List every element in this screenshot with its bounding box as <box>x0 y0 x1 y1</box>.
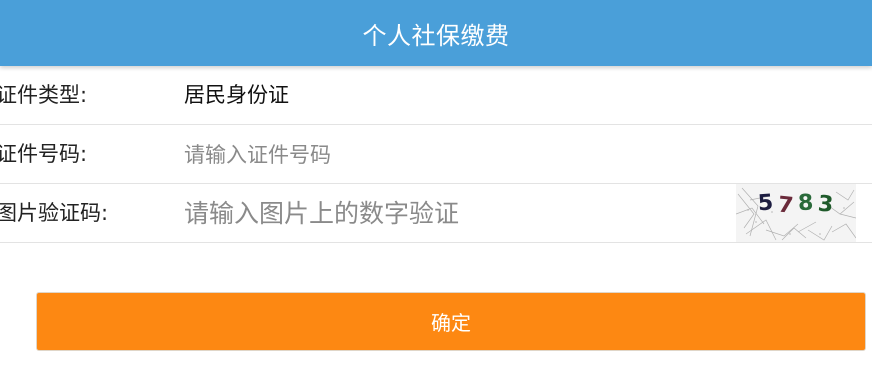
id-number-input[interactable] <box>184 133 724 176</box>
captcha-digit: 7 <box>777 192 795 218</box>
id-number-row: 证件号码: <box>0 125 872 184</box>
id-type-row[interactable]: 证件类型: 居民身份证 <box>0 66 872 125</box>
captcha-digit: 8 <box>797 191 814 217</box>
captcha-input[interactable] <box>184 192 724 235</box>
id-number-label: 证件号码: <box>0 142 88 166</box>
page-title: 个人社保缴费 <box>362 21 510 50</box>
captcha-label: 图片验证码: <box>0 201 109 225</box>
id-type-select[interactable]: 居民身份证 <box>184 66 289 125</box>
captcha-noise: 5 7 8 3 <box>736 187 856 241</box>
captcha-image[interactable]: 5 7 8 3 <box>736 184 856 242</box>
captcha-row: 图片验证码: 请输入图片上的数字验证 5 7 8 3 <box>0 184 872 243</box>
payment-form: 证件类型: 居民身份证 证件号码: 图片验证码: <box>0 66 872 243</box>
confirm-button[interactable]: 确定 <box>36 292 866 351</box>
captcha-digit: 5 <box>757 190 774 216</box>
id-type-label: 证件类型: <box>0 83 88 107</box>
app-header: 个人社保缴费 <box>0 0 872 66</box>
captcha-digit: 3 <box>817 192 834 218</box>
